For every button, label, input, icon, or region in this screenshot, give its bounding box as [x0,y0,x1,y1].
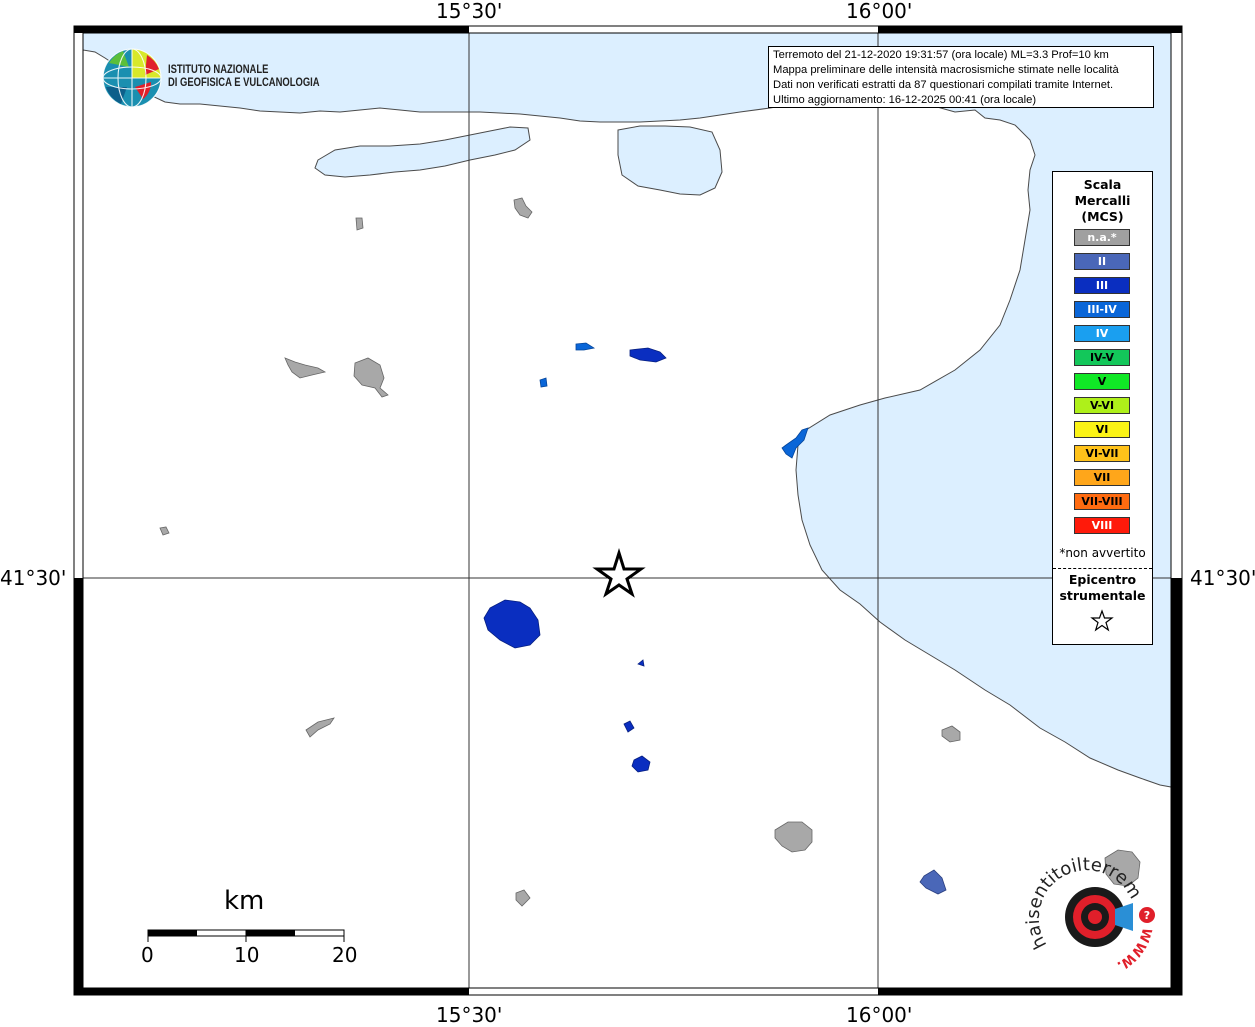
lon-label-top-2: 16°00' [846,0,913,23]
legend-swatch: V [1074,373,1130,390]
legend-title-line-3: (MCS) [1081,209,1124,224]
legend-swatch: III [1074,277,1130,294]
legend-swatch: IV-V [1074,349,1130,366]
legend-swatch: V-VI [1074,397,1130,414]
legend-separator [1053,568,1152,569]
legend-epicentre-label: Epicentro strumentale [1053,572,1152,604]
legend-swatch: n.a.* [1074,229,1130,246]
info-line-3: Dati non verificati estratti da 87 quest… [773,79,1114,91]
locality-III-IV [539,377,548,388]
ingv-globe-icon [102,48,162,108]
badge-question: ? [1144,909,1150,922]
event-info-box: Terremoto del 21-12-2020 19:31:57 (ora l… [768,46,1154,108]
legend-title: Scala Mercalli (MCS) [1053,177,1152,225]
lat-label-right: 41°30' [1190,566,1255,590]
lon-label-bottom-1: 15°30' [436,1003,503,1027]
legend-note: *non avvertito [1059,546,1146,560]
ingv-logo-text: ISTITUTO NAZIONALE DI GEOFISICA E VULCAN… [168,64,320,90]
lon-label-top-1: 15°30' [436,0,503,23]
mcs-legend: Scala Mercalli (MCS) n.a.* II III III-IV IV I… [1052,171,1153,645]
legend-swatch: VI [1074,421,1130,438]
legend-swatch: III-IV [1074,301,1130,318]
lat-label-left: 41°30' [0,566,67,590]
scale-label-10: 10 [234,943,260,967]
epicentre-line-2: strumentale [1059,588,1146,603]
info-line-2: Mappa preliminare delle intensità macros… [773,64,1119,76]
info-line-4: Ultimo aggiornamento: 16-12-2025 00:41 (… [773,94,1037,106]
epicentre-line-1: Epicentro [1068,572,1137,587]
legend-star-icon [1090,609,1114,632]
legend-swatch: VII [1074,469,1130,486]
scale-label-0: 0 [141,943,154,967]
legend-swatch: IV [1074,325,1130,342]
logo-line-2: DI GEOFISICA E VULCANOLOGIA [168,77,320,89]
locality-na [355,217,364,231]
legend-swatch: II [1074,253,1130,270]
legend-title-line-2: Mercalli [1074,193,1131,208]
haisentito-logo: ? haisentitoilterremoto.it WWW. [1025,845,1155,973]
scale-label-20: 20 [332,943,358,967]
legend-swatch: VI-VII [1074,445,1130,462]
lon-label-bottom-2: 16°00' [846,1003,913,1027]
legend-swatch: VIII [1074,517,1130,534]
info-line-1: Terremoto del 21-12-2020 19:31:57 (ora l… [773,49,1109,61]
logo-line-1: ISTITUTO NAZIONALE [168,64,269,76]
legend-swatch: VII-VIII [1074,493,1130,510]
scale-unit: km [224,886,265,916]
legend-title-line-1: Scala [1083,177,1122,192]
